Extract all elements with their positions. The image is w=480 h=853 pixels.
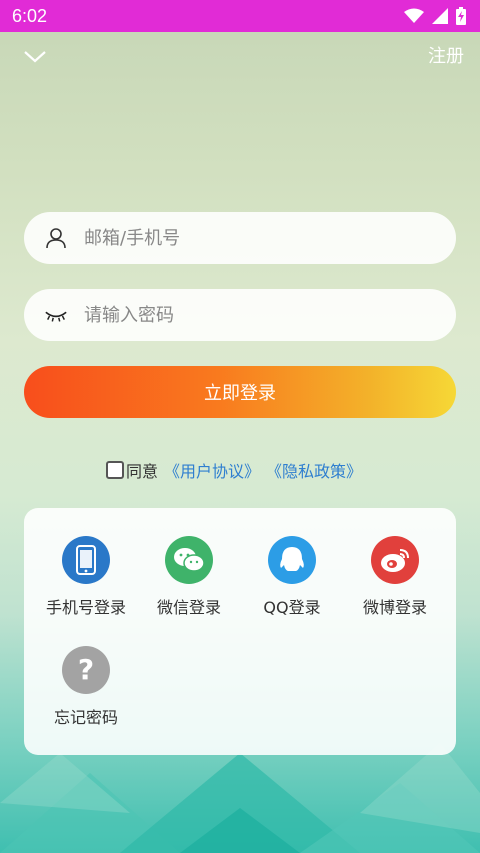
eye-closed-icon[interactable] [44,303,68,327]
wifi-icon [404,8,424,23]
account-input[interactable] [82,226,426,250]
status-bar: 6:02 [0,0,480,32]
weibo-icon [371,536,419,584]
status-icons [404,7,466,25]
phone-login-option[interactable]: 手机号登录 [34,536,138,618]
question-icon: ? [62,646,110,694]
top-bar: 注册 [0,40,480,72]
weibo-login-option[interactable]: 微博登录 [343,536,447,618]
chevron-down-icon [24,51,46,63]
wechat-login-option[interactable]: 微信登录 [137,536,241,618]
qq-login-label: QQ登录 [263,598,321,617]
phone-login-label: 手机号登录 [45,598,126,617]
password-field[interactable] [24,289,456,341]
signal-icon [432,8,448,24]
status-time: 6:02 [12,5,48,26]
user-icon [44,226,68,250]
svg-text:?: ? [78,655,94,685]
agree-text: 同意 [126,462,159,481]
account-field[interactable] [24,212,456,264]
collapse-button[interactable] [22,44,48,68]
forgot-password-option[interactable]: ? 忘记密码 [34,646,138,728]
battery-icon [456,7,466,25]
qq-login-option[interactable]: QQ登录 [240,536,344,618]
register-link[interactable]: 注册 [428,42,464,68]
wechat-icon [165,536,213,584]
user-agreement-link[interactable]: 《用户协议》 [164,458,260,482]
agreement-row: 同意 《用户协议》 《隐私政策》 [106,458,362,482]
login-button[interactable]: 立即登录 [24,366,456,418]
weibo-login-label: 微博登录 [362,598,427,617]
forgot-password-label: 忘记密码 [53,708,118,727]
agree-checkbox[interactable] [106,461,124,479]
login-screen: 6:02 注册 邮箱/手机号 立即登录 同意 《用户协议》 《隐私政策》 手机号… [0,0,480,853]
privacy-policy-link[interactable]: 《隐私政策》 [266,458,362,482]
wechat-login-label: 微信登录 [156,598,221,617]
phone-icon [62,536,110,584]
login-options-panel: 手机号登录 微信登录 QQ登录 微博登录 ? 忘记密码 [24,508,456,755]
qq-icon [268,536,316,584]
password-input[interactable] [82,303,426,327]
